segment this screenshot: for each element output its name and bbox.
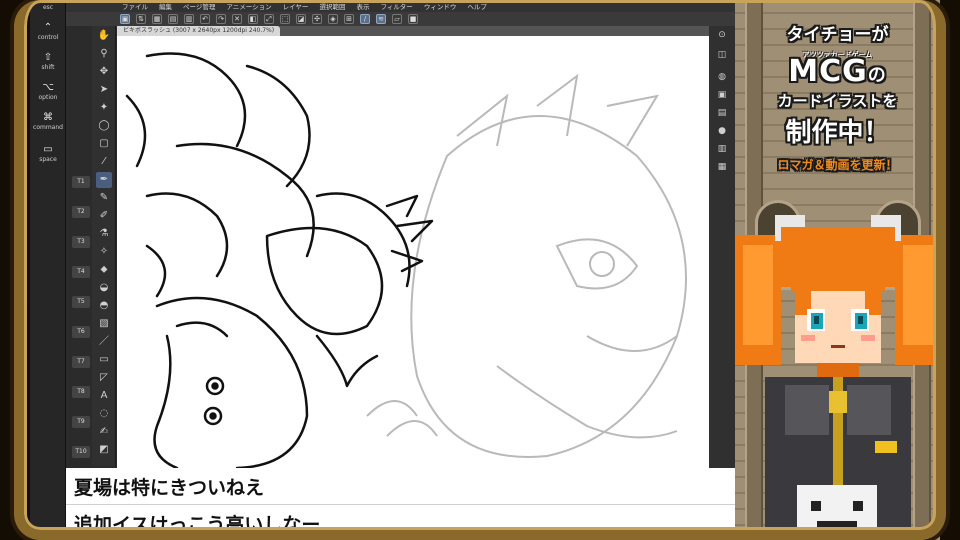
tv-bezel-rim	[14, 0, 946, 540]
